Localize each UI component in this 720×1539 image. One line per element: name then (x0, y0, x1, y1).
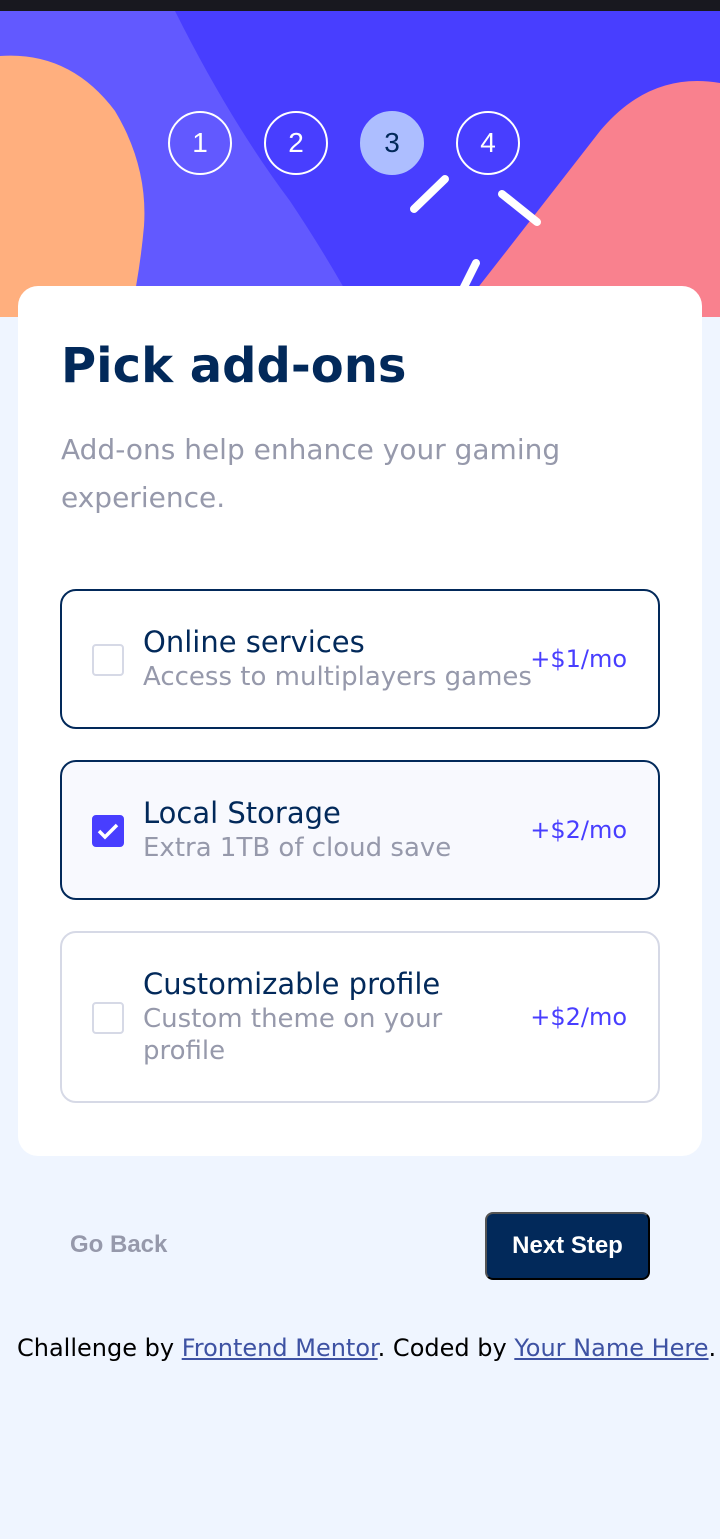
step-indicator: 1 2 3 4 (168, 111, 520, 175)
addon-checkbox[interactable] (92, 1002, 124, 1034)
addon-customizable-profile[interactable]: Customizable profile Custom theme on you… (60, 931, 660, 1103)
addon-checkbox[interactable] (92, 644, 124, 676)
attribution-middle: . Coded by (377, 1334, 515, 1362)
attribution: Challenge by Frontend Mentor. Coded by Y… (17, 1334, 717, 1362)
frontend-mentor-link[interactable]: Frontend Mentor (182, 1334, 378, 1362)
addon-price: +$1/mo (530, 645, 627, 673)
status-bar (0, 0, 720, 11)
step-2: 2 (264, 111, 328, 175)
page-subtitle: Add-ons help enhance your gaming experie… (61, 433, 561, 514)
step-1: 1 (168, 111, 232, 175)
addon-local-storage[interactable]: Local Storage Extra 1TB of cloud save +$… (60, 760, 660, 900)
checkmark-icon (97, 823, 119, 840)
page-title: Pick add-ons (61, 338, 407, 394)
addon-description: Extra 1TB of cloud save (143, 833, 452, 863)
sidebar-hero-background: 1 2 3 4 (0, 11, 720, 317)
addon-checkbox-checked[interactable] (92, 815, 124, 847)
addon-name: Online services (143, 625, 365, 659)
addon-price: +$2/mo (530, 1003, 627, 1031)
addon-price: +$2/mo (530, 816, 627, 844)
step-4: 4 (456, 111, 520, 175)
addon-description: Custom theme on your profile (143, 1004, 443, 1066)
step-3-active: 3 (360, 111, 424, 175)
addon-online-services[interactable]: Online services Access to multiplayers g… (60, 589, 660, 729)
go-back-button[interactable]: Go Back (70, 1231, 167, 1259)
addon-description: Access to multiplayers games (143, 662, 532, 692)
addon-name: Local Storage (143, 796, 341, 830)
addons-form-card: Pick add-ons Add-ons help enhance your g… (18, 286, 702, 1156)
attribution-suffix: . (708, 1334, 717, 1362)
author-link[interactable]: Your Name Here (514, 1334, 708, 1362)
next-step-button[interactable]: Next Step (485, 1212, 650, 1280)
attribution-prefix: Challenge by (17, 1334, 182, 1362)
addon-name: Customizable profile (143, 967, 441, 1001)
